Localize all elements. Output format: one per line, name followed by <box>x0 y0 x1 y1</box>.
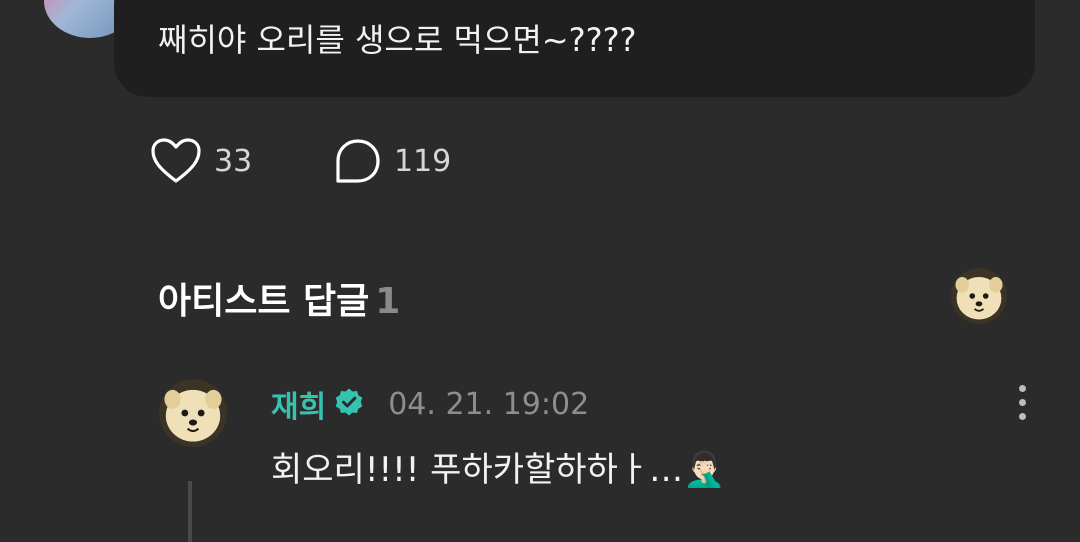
reply-author-avatar[interactable] <box>159 379 227 447</box>
thread-line <box>188 481 192 542</box>
reply-thread-screen: 째히야 오리를 생으로 먹으면~???? 33 119 아티스트 답글 1 재희… <box>0 0 1080 542</box>
more-vertical-icon-dot <box>1018 384 1026 392</box>
post-text: 째히야 오리를 생으로 먹으면~???? <box>158 21 637 59</box>
more-options-button[interactable] <box>1006 380 1038 424</box>
artist-replies-count: 1 <box>375 281 401 322</box>
reply-text: 회오리!!!! 푸하카할하하ㅏ…🤦🏻‍♂️ <box>271 450 726 490</box>
reply-header: 재희 04. 21. 19:02 <box>271 382 590 426</box>
more-vertical-icon-dot <box>1018 412 1026 420</box>
reply-timestamp: 04. 21. 19:02 <box>388 386 590 422</box>
reply-author-name[interactable]: 재희 <box>271 382 326 426</box>
artist-avatar-thumb[interactable] <box>951 268 1007 324</box>
verified-badge-icon <box>334 387 364 421</box>
comment-count: 119 <box>394 143 452 179</box>
artist-replies-title: 아티스트 답글 <box>158 281 370 322</box>
artist-replies-heading: 아티스트 답글 1 <box>158 272 400 324</box>
comment-icon <box>334 137 382 185</box>
more-vertical-icon-dot <box>1018 398 1026 406</box>
comment-button[interactable]: 119 <box>334 138 451 184</box>
like-button[interactable]: 33 <box>150 138 252 184</box>
like-count: 33 <box>214 143 253 179</box>
heart-icon <box>150 137 202 185</box>
